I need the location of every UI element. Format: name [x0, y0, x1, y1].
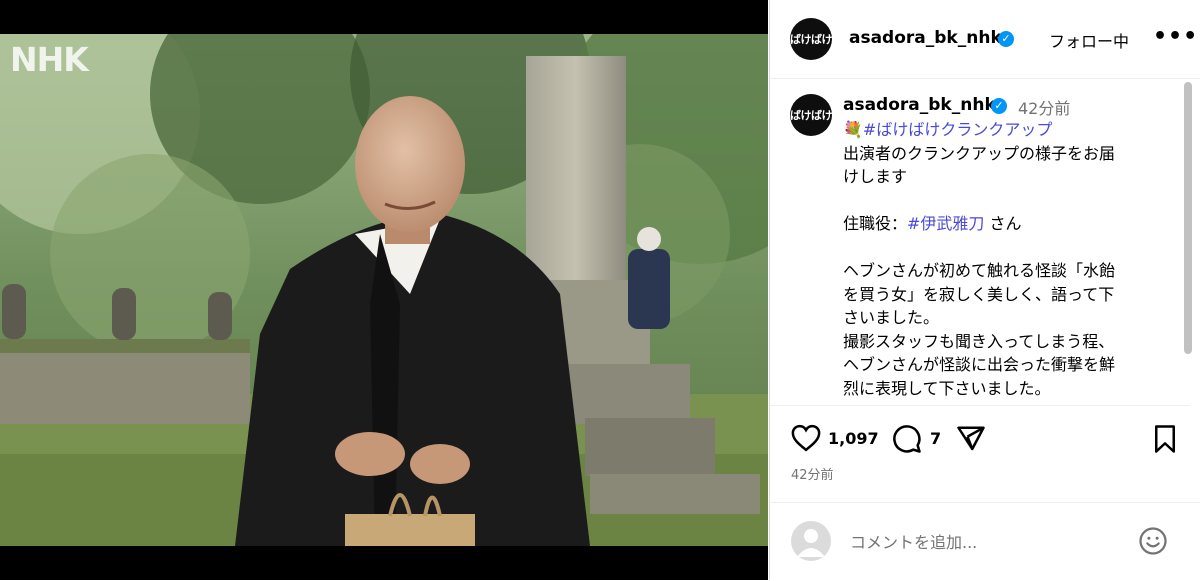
- caption-avatar[interactable]: ばけばけ: [790, 94, 833, 136]
- caption-text: 💐#ばけばけクランクアップ 出演者のクランクアップの様子をお届 けします 住職役…: [843, 118, 1158, 400]
- caption-line: 住職役：#伊武雅刀 さん: [843, 212, 1158, 236]
- account-username[interactable]: asadora_bk_nhk: [849, 28, 1002, 48]
- verified-icon: ✓: [998, 31, 1014, 47]
- caption-line: 撮影スタッフも聞き入ってしまう程、: [843, 331, 1115, 351]
- comment-input[interactable]: [848, 529, 1122, 555]
- comment-count[interactable]: 7: [930, 429, 941, 448]
- caption-scrollbar[interactable]: [1184, 82, 1192, 354]
- nhk-watermark: NHK: [10, 40, 89, 79]
- caption-line: ヘブンさんが初めて触れる怪談「水飴: [843, 261, 1116, 280]
- caption-time: 42分前: [1018, 99, 1071, 118]
- action-bar: 1,097 7: [770, 420, 1200, 460]
- emoji-icon[interactable]: [1138, 526, 1168, 556]
- caption-section: ばけばけ asadora_bk_nhk ✓ 42分前 💐#ばけばけクランクアップ…: [770, 79, 1190, 406]
- hashtag-link[interactable]: #ばけばけクランクアップ: [863, 120, 1052, 139]
- verified-icon: ✓: [991, 98, 1007, 114]
- more-options-icon[interactable]: •••: [1153, 24, 1198, 49]
- caption-role-label: 住職役：: [843, 214, 908, 233]
- bookmark-icon[interactable]: [1152, 424, 1178, 454]
- default-avatar-icon: [797, 529, 825, 557]
- post-sidebar: ばけばけ asadora_bk_nhk ✓ フォロー中 ••• ばけばけ asa…: [769, 0, 1200, 580]
- post-photo[interactable]: [0, 34, 768, 546]
- caption-line: 💐#ばけばけクランクアップ: [843, 118, 1158, 142]
- caption-honorific: さん: [984, 214, 1022, 233]
- caption-line: を買う女」を寂しく美しく、語って下: [843, 284, 1115, 304]
- caption-line: 烈に表現して下さいました。: [843, 378, 1051, 398]
- heart-icon[interactable]: [791, 424, 821, 452]
- following-button[interactable]: フォロー中: [1049, 28, 1129, 52]
- caption-username[interactable]: asadora_bk_nhk: [843, 95, 996, 115]
- caption-line: さいました。: [843, 308, 940, 327]
- caption-line: 出演者のクランクアップの様子をお届: [843, 143, 1116, 163]
- comment-icon[interactable]: [892, 424, 922, 454]
- share-icon[interactable]: [956, 424, 986, 454]
- caption-line: ヘブンさんが怪談に出会った衝撃を鮮: [843, 355, 1116, 374]
- account-avatar[interactable]: ばけばけ: [790, 18, 833, 60]
- hashtag-link[interactable]: #伊武雅刀: [907, 214, 984, 233]
- post-header: ばけばけ asadora_bk_nhk ✓ フォロー中 •••: [770, 0, 1200, 79]
- post-media: NHK: [0, 0, 768, 580]
- caption-line: けします: [843, 167, 908, 186]
- comment-bar: [770, 502, 1200, 581]
- like-count[interactable]: 1,097: [828, 429, 879, 448]
- flower-icon: 💐: [843, 120, 863, 139]
- post-timestamp[interactable]: 42分前: [791, 464, 834, 483]
- user-avatar[interactable]: [791, 521, 831, 561]
